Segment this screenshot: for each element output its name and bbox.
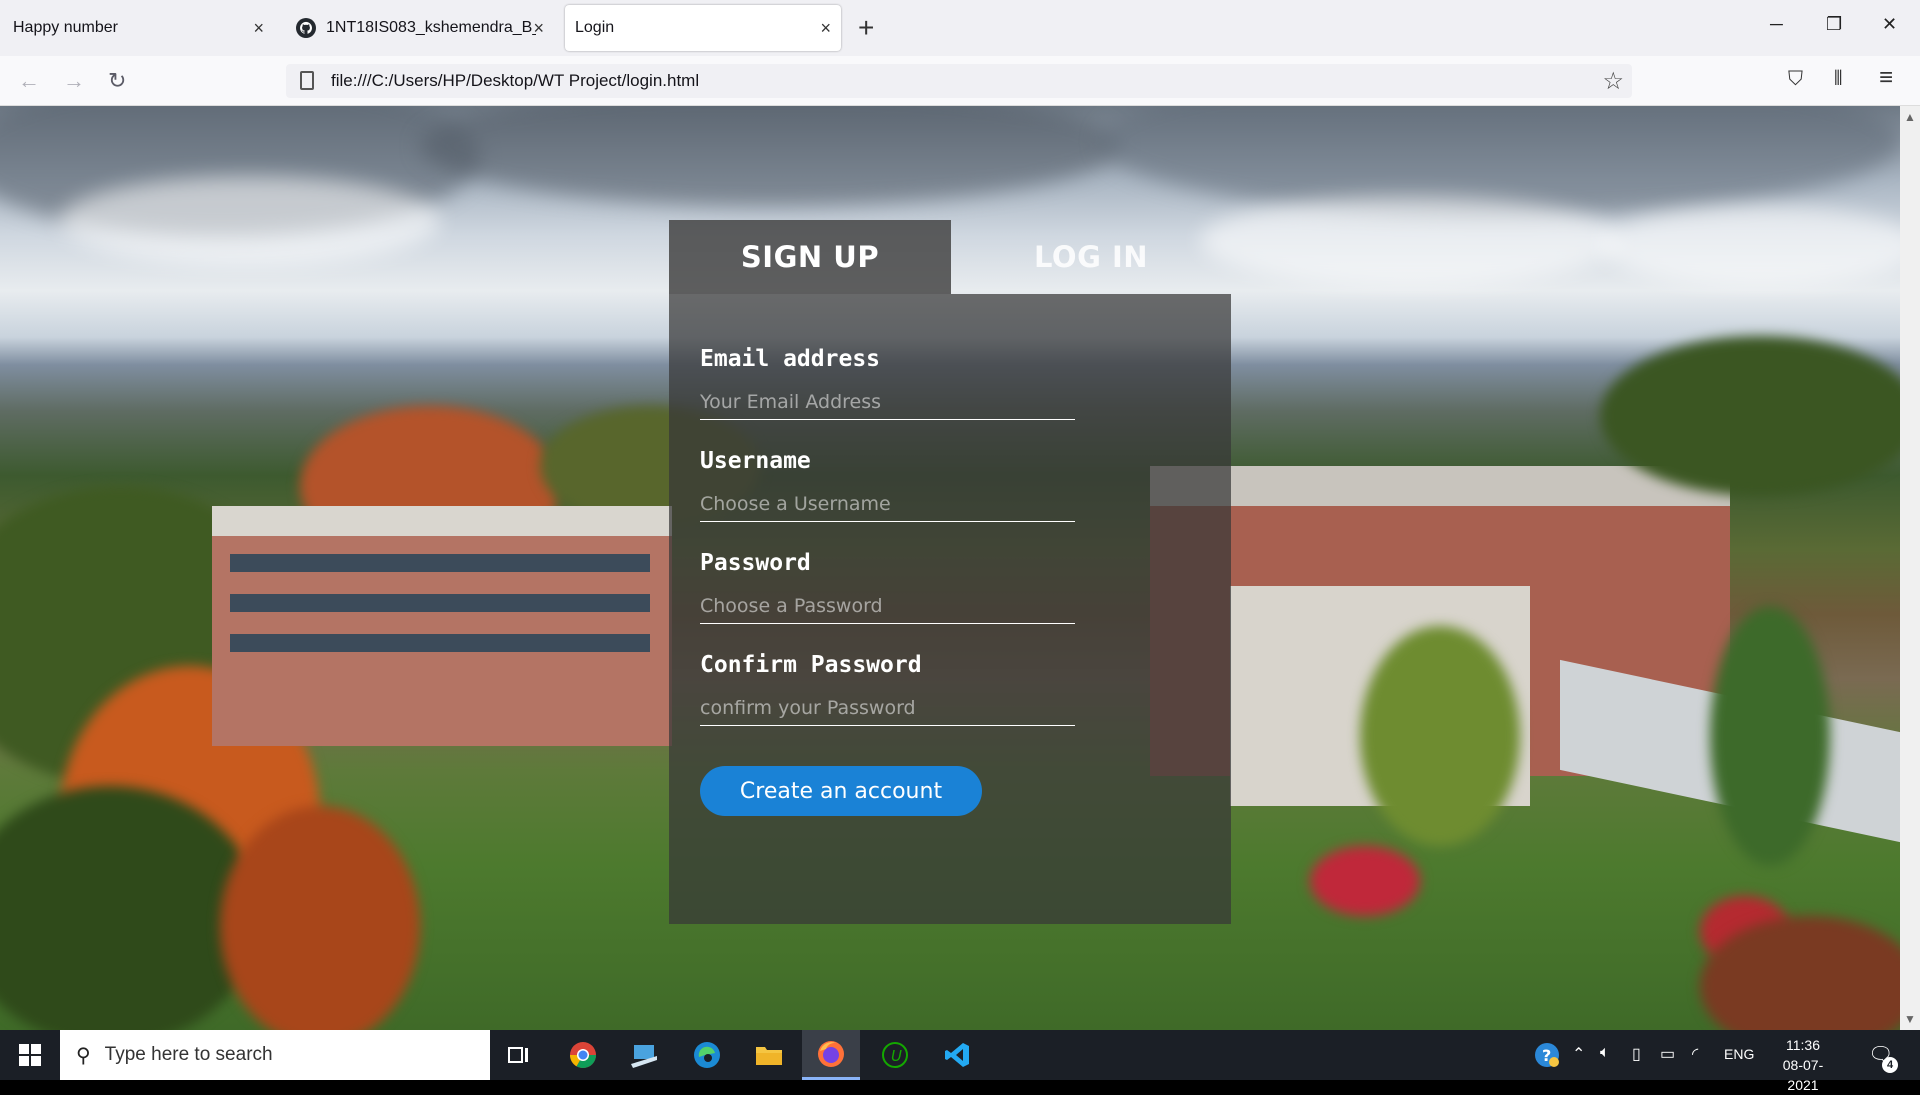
firefox-icon[interactable] [802,1030,860,1080]
tree-cluster [1600,336,1900,496]
forward-icon[interactable]: → [63,68,85,94]
browser-tab-bar: Happy number × 1NT18IS083_kshemendra_B_w… [0,0,1920,56]
battery-icon[interactable]: ▭ [1660,1044,1675,1064]
language-indicator[interactable]: ENG [1724,1046,1754,1062]
bookmark-star-icon[interactable]: ☆ [1602,67,1624,96]
building-roof [212,506,672,536]
cloud [1200,196,1620,286]
windows-taskbar: ⚲ Type here to search U ? ⌃ 🔈︎ ▯ ▭ ◜ ENG… [0,1030,1920,1093]
confirm-password-label: Confirm Password [700,652,922,678]
taskbar-search-box[interactable]: ⚲ Type here to search [60,1030,490,1080]
red-shrub [1310,846,1420,916]
minimize-icon[interactable]: ─ [1770,14,1783,35]
browser-tab-login[interactable]: Login × [565,5,841,51]
chrome-icon[interactable] [554,1030,612,1080]
search-placeholder: Type here to search [104,1044,273,1065]
menu-icon[interactable]: ≡ [1879,64,1893,92]
device-icon[interactable]: ▯ [1632,1044,1641,1064]
start-button[interactable] [0,1030,60,1080]
clock-date: 08-07-2021 [1782,1057,1824,1093]
tree-cluster [1710,606,1830,866]
page-scrollbar[interactable]: ▲ ▼ [1900,106,1920,1030]
building-roof [1150,466,1730,506]
signup-form-panel: Email address Username Password Confirm … [669,294,1231,924]
notification-count-badge: 4 [1882,1057,1898,1073]
email-input[interactable] [700,384,1075,420]
restore-icon[interactable]: ❐ [1826,14,1842,35]
tray-expand-icon[interactable]: ⌃ [1572,1044,1585,1064]
tab-close-icon[interactable]: × [820,18,831,39]
files-app-icon[interactable] [616,1030,674,1080]
library-icon[interactable]: ⫴ [1834,68,1842,91]
clock-time: 11:36 [1786,1037,1820,1053]
tab-login[interactable]: LOG IN [951,220,1231,294]
password-input[interactable] [700,588,1075,624]
tab-signup[interactable]: SIGN UP [669,220,951,294]
username-label: Username [700,448,811,474]
browser-tab-github[interactable]: 1NT18IS083_kshemendra_B_wt × [284,5,554,51]
building-windows [230,594,650,612]
scroll-up-icon[interactable]: ▲ [1904,110,1916,124]
upwork-icon[interactable]: U [866,1030,924,1080]
username-input[interactable] [700,486,1075,522]
cloud [420,106,1120,206]
email-field-group: Email address [700,346,1075,420]
tab-title: Happy number [13,19,118,36]
address-bar[interactable]: file:///C:/Users/HP/Desktop/WT Project/l… [286,64,1632,98]
cloud [60,176,440,266]
tab-title: 1NT18IS083_kshemendra_B_wt [326,19,536,36]
email-label: Email address [700,346,881,372]
tab-login-label: LOG IN [1033,240,1149,274]
search-icon: ⚲ [76,1044,91,1067]
help-icon[interactable]: ? [1534,1042,1560,1073]
password-field-group: Password [700,550,1075,624]
edge-icon[interactable] [678,1030,736,1080]
campus-building-left [212,516,672,746]
building-windows [230,554,650,572]
network-icon[interactable]: ◜ [1692,1044,1698,1064]
page-icon [300,71,314,90]
pocket-icon[interactable]: ⛉ [1788,68,1803,91]
confirm-password-field-group: Confirm Password [700,652,1075,726]
tab-signup-label: SIGN UP [740,240,880,274]
password-label: Password [700,550,811,576]
browser-nav-bar: ← → ↻ file:///C:/Users/HP/Desktop/WT Pro… [0,56,1920,106]
volume-icon[interactable]: 🔈︎ [1600,1044,1610,1062]
file-explorer-icon[interactable] [740,1030,798,1080]
tab-title: Login [575,19,615,36]
github-icon [296,18,316,38]
svg-text:U: U [891,1047,902,1065]
tab-close-icon[interactable]: × [253,18,264,39]
back-icon[interactable]: ← [18,68,40,94]
browser-tab-happy-number[interactable]: Happy number × [0,5,274,51]
tab-close-icon[interactable]: × [533,18,544,39]
scroll-down-icon[interactable]: ▼ [1904,1012,1916,1026]
create-account-button[interactable]: Create an account [700,766,982,816]
task-view-icon[interactable] [490,1030,548,1080]
building-windows [230,634,650,652]
vscode-icon[interactable] [928,1030,986,1080]
new-tab-icon[interactable]: + [858,12,874,44]
username-field-group: Username [700,448,1075,522]
confirm-password-input[interactable] [700,690,1075,726]
windows-logo-icon [19,1044,41,1066]
tree-cluster [220,806,420,1030]
cloud [1600,206,1900,286]
taskbar-clock[interactable]: 11:36 08-07-2021 [1768,1035,1838,1095]
reload-icon[interactable]: ↻ [108,68,126,94]
url-text[interactable]: file:///C:/Users/HP/Desktop/WT Project/l… [331,71,699,91]
close-window-icon[interactable]: ✕ [1882,14,1897,35]
tree-cluster [1360,626,1520,846]
